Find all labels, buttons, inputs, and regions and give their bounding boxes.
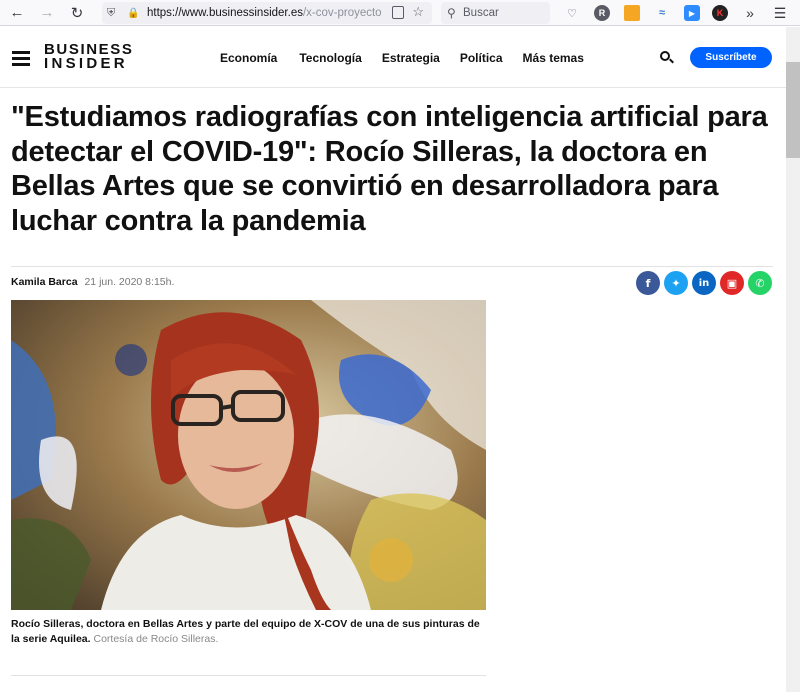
- reader-view-icon[interactable]: [392, 6, 404, 19]
- hero-photo-illustration: [11, 300, 486, 610]
- scrollbar-thumb[interactable]: [786, 62, 800, 158]
- flipboard-share-icon[interactable]: ▣: [720, 271, 744, 295]
- linkedin-share-icon[interactable]: in: [692, 271, 716, 295]
- article-headline: "Estudiamos radiografías con inteligenci…: [11, 101, 768, 237]
- search-icon: ⚲: [447, 6, 456, 20]
- browser-menu-icon[interactable]: ☰: [772, 5, 788, 21]
- caption-text: Rocío Silleras, doctora en Bellas Artes …: [11, 618, 480, 645]
- facebook-share-icon[interactable]: f: [636, 271, 660, 295]
- divider: [11, 675, 486, 676]
- nav-item-economia[interactable]: Economía: [220, 51, 277, 65]
- extension-k-icon[interactable]: K: [712, 5, 728, 21]
- twitter-share-icon[interactable]: ✦: [664, 271, 688, 295]
- hamburger-menu-icon[interactable]: [12, 51, 30, 66]
- back-arrow-icon[interactable]: ←: [4, 1, 30, 25]
- search-placeholder: Buscar: [463, 7, 499, 19]
- extension-orange-icon[interactable]: [624, 5, 640, 21]
- zoom-extension-icon[interactable]: ▶: [684, 5, 700, 21]
- lock-icon[interactable]: 🔒: [127, 8, 141, 19]
- profile-r-icon[interactable]: R: [594, 5, 610, 21]
- business-insider-logo[interactable]: BUSINESS INSIDER: [44, 42, 134, 71]
- site-header: BUSINESS INSIDER Economía Tecnología Est…: [0, 27, 786, 88]
- url-text: https://www.businessinsider.es/x-cov-pro…: [147, 7, 382, 19]
- overflow-chevron-icon[interactable]: »: [742, 5, 758, 21]
- extension-blue-icon[interactable]: ≈: [654, 5, 670, 21]
- nav-item-tecnologia[interactable]: Tecnología: [299, 51, 361, 65]
- photo-caption: Rocío Silleras, doctora en Bellas Artes …: [11, 617, 489, 647]
- nav-item-politica[interactable]: Política: [460, 51, 503, 65]
- publish-date: 21 jun. 2020 8:15h.: [84, 276, 175, 288]
- browser-search-box[interactable]: ⚲ Buscar: [441, 2, 550, 24]
- address-bar[interactable]: ⛨ 🔒 https://www.businessinsider.es/x-cov…: [102, 2, 432, 24]
- divider: [11, 266, 773, 267]
- hero-photo: [11, 300, 486, 610]
- main-nav: Economía Tecnología Estrategia Política …: [220, 51, 584, 65]
- pocket-icon[interactable]: ♡: [564, 5, 580, 21]
- nav-item-estrategia[interactable]: Estrategia: [382, 51, 440, 65]
- site-search-icon[interactable]: [660, 51, 674, 65]
- reload-icon[interactable]: ↻: [64, 1, 90, 25]
- nav-item-mas-temas[interactable]: Más temas: [523, 51, 584, 65]
- whatsapp-share-icon[interactable]: ✆: [748, 271, 772, 295]
- byline: Kamila Barca 21 jun. 2020 8:15h.: [11, 276, 174, 288]
- tracking-shield-icon[interactable]: ⛨: [107, 7, 123, 20]
- photo-credit: Cortesía de Rocío Silleras.: [93, 633, 219, 645]
- subscribe-button[interactable]: Suscríbete: [690, 47, 772, 68]
- author-link[interactable]: Kamila Barca: [11, 276, 78, 288]
- bookmark-star-icon[interactable]: ☆: [412, 4, 424, 20]
- forward-arrow-icon[interactable]: →: [34, 1, 60, 25]
